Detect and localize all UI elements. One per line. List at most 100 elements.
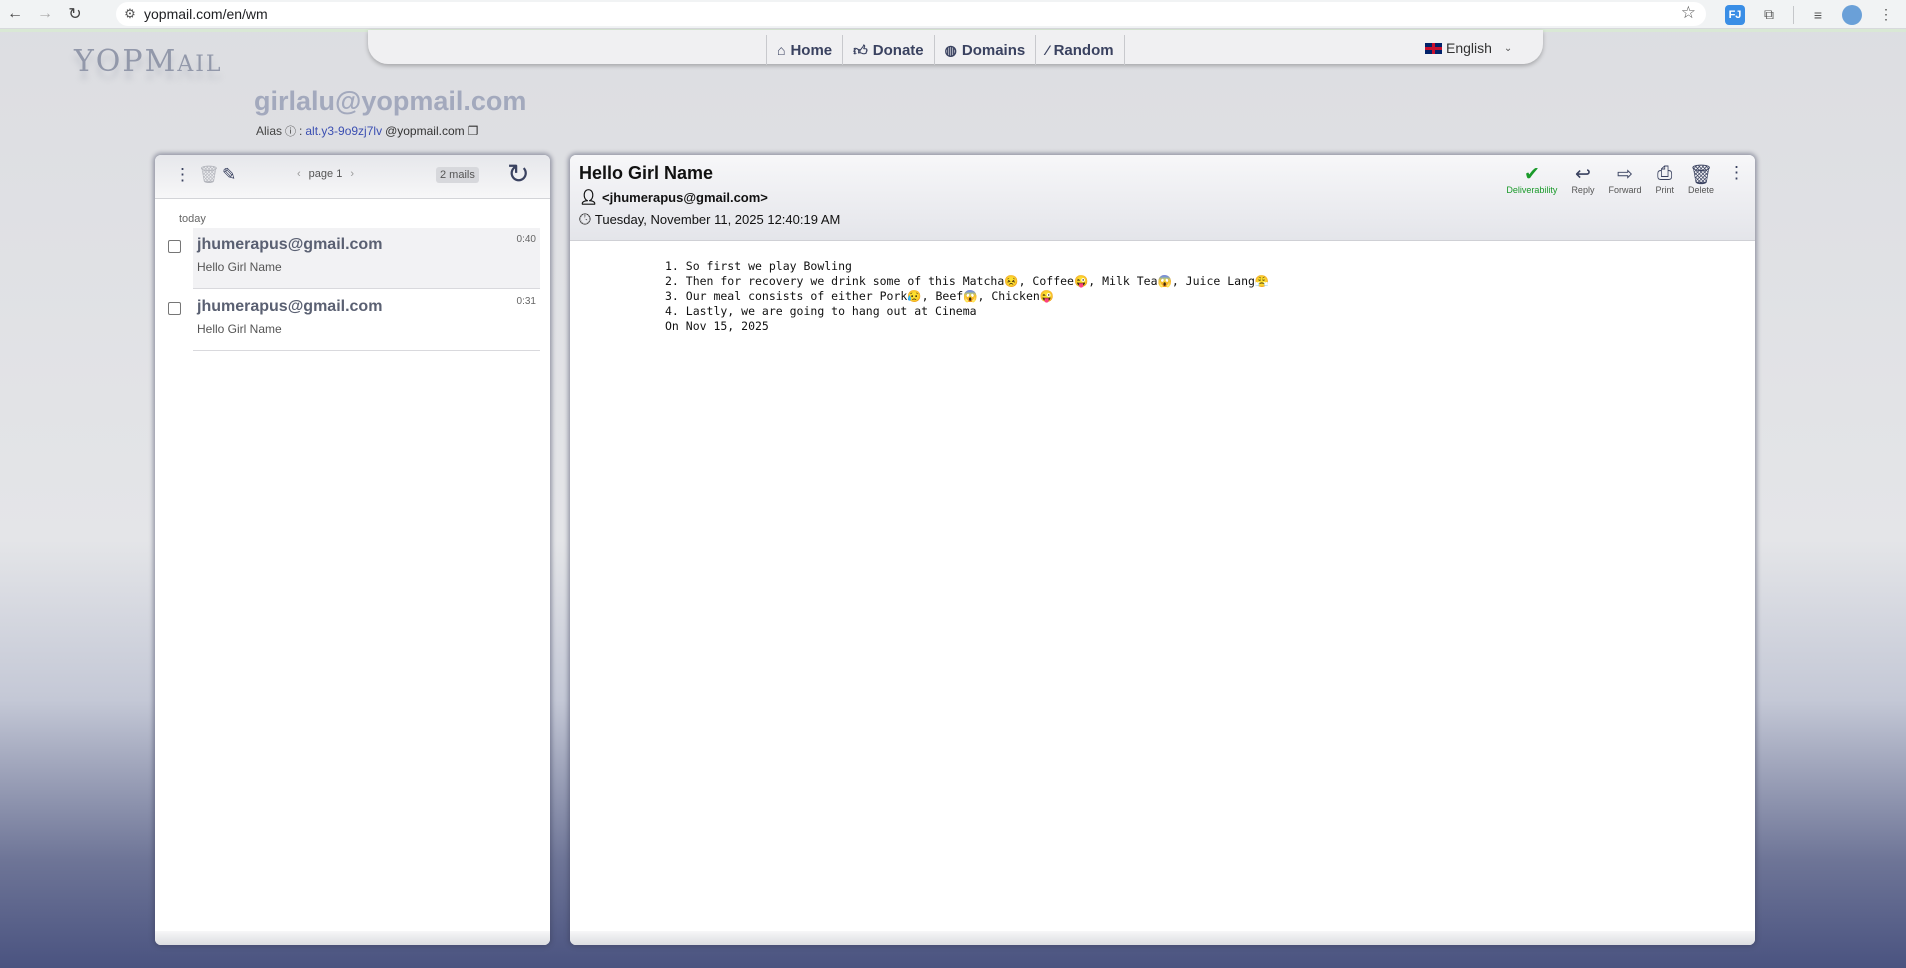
logo-tail: AIL xyxy=(177,52,223,77)
nav-domains-label: Domains xyxy=(961,41,1026,59)
language-label: English xyxy=(1446,40,1492,56)
nav-donate[interactable]: 👍︎ Donate xyxy=(842,35,933,65)
row-divider xyxy=(193,288,540,289)
body-line: 3. Our meal consists of either Pork😥, Be… xyxy=(665,289,1055,303)
trash-icon: 🗑︎ xyxy=(1688,165,1714,186)
copy-icon[interactable]: ❐ xyxy=(468,124,479,138)
compose-pencil-icon[interactable]: ✎ xyxy=(222,165,236,185)
delete-label: Delete xyxy=(1687,185,1714,195)
chevron-down-icon: ⌄ xyxy=(1503,42,1513,54)
clock-icon: 🕓︎ xyxy=(579,211,591,228)
alias-row: Alias ⓘ : alt.y3-9o9zj7lv @yopmail.com ❐ xyxy=(256,123,478,139)
bookmark-star-icon[interactable]: ☆ xyxy=(1681,3,1696,23)
printer-icon: ⎙ xyxy=(1657,163,1673,184)
uk-flag-icon xyxy=(1425,42,1442,54)
mail-count-badge: 2 mails xyxy=(436,167,479,183)
refresh-icon[interactable]: ↻ xyxy=(507,159,530,190)
language-select[interactable]: English ⌄ xyxy=(1425,40,1512,56)
message-header: Hello Girl Name 👤︎ <jhumerapus@gmail.com… xyxy=(570,155,1755,241)
browser-toolbar: ← → ↻ ⚙ yopmail.com/en/wm ☆ FJ ⧉ ≡ ⋮ xyxy=(0,0,1906,29)
message-subject: Hello Girl Name xyxy=(579,163,714,183)
body-line: 4. Lastly, we are going to hang out at C… xyxy=(665,304,977,318)
mail-sender: jhumerapus@gmail.com xyxy=(197,236,383,253)
mail-time: 0:31 xyxy=(516,296,536,307)
magic-wand-icon: ⁄ xyxy=(1046,42,1049,58)
site-settings-icon[interactable]: ⚙ xyxy=(116,6,144,22)
person-icon: 👤︎ xyxy=(579,189,599,206)
nav-donate-label: Donate xyxy=(872,41,924,59)
mail-list-footer xyxy=(155,931,550,945)
message-panel: Hello Girl Name 👤︎ <jhumerapus@gmail.com… xyxy=(570,155,1755,945)
nav-domains[interactable]: ◍ Domains xyxy=(933,35,1036,65)
nav-random[interactable]: ⁄ Random xyxy=(1035,35,1125,65)
shield-check-icon: ✔ xyxy=(1523,164,1540,185)
alias-label: Alias xyxy=(256,124,283,138)
top-nav: ⌂ Home 👍︎ Donate ◍ Domains ⁄ Random xyxy=(766,35,1125,65)
body-line: 1. So first we play Bowling xyxy=(665,259,852,273)
back-icon[interactable]: ← xyxy=(0,0,30,29)
nav-home[interactable]: ⌂ Home xyxy=(766,35,842,65)
reload-icon[interactable]: ↻ xyxy=(60,0,90,29)
list-item[interactable]: jhumerapus@gmail.com Hello Girl Name 0:3… xyxy=(155,290,550,351)
print-label: Print xyxy=(1655,185,1674,195)
more-options-icon[interactable]: ⋮ xyxy=(174,165,191,185)
mail-list-toolbar: ⋮ 🗑︎ ✎ ‹ page 1 › 2 mails ↻ xyxy=(155,155,550,199)
reply-icon: ↩ xyxy=(1574,164,1591,185)
message-sender: <jhumerapus@gmail.com> xyxy=(602,189,768,205)
extension-fj-icon[interactable]: FJ xyxy=(1725,4,1745,25)
list-item[interactable]: jhumerapus@gmail.com Hello Girl Name 0:4… xyxy=(155,228,550,289)
info-icon[interactable]: ⓘ xyxy=(285,123,296,139)
reply-label: Reply xyxy=(1571,185,1595,195)
forward-button[interactable]: ⇨ Forward xyxy=(1608,163,1641,195)
prev-page-icon[interactable]: ‹ xyxy=(297,168,301,180)
alias-separator: : xyxy=(299,124,303,138)
extensions-puzzle-icon[interactable]: ⧉ xyxy=(1759,5,1779,25)
body-line: 2. Then for recovery we drink some of th… xyxy=(665,274,1270,288)
forward-nav-icon[interactable]: → xyxy=(30,0,60,29)
forward-label: Forward xyxy=(1608,185,1642,195)
row-divider xyxy=(193,350,540,351)
deliverability-button[interactable]: ✔ Deliverability xyxy=(1506,163,1557,195)
alias-prefix-link[interactable]: alt.y3-9o9zj7lv xyxy=(305,124,382,138)
thumbs-up-icon: 👍︎ xyxy=(853,41,868,58)
message-date-row: 🕓︎ Tuesday, November 11, 2025 12:40:19 A… xyxy=(579,211,840,228)
forward-icon: ⇨ xyxy=(1617,164,1633,185)
message-sender-row: 👤︎ <jhumerapus@gmail.com> xyxy=(579,188,768,206)
media-control-icon[interactable]: ≡ xyxy=(1808,5,1828,25)
nav-home-label: Home xyxy=(790,41,833,59)
mail-checkbox[interactable] xyxy=(168,240,181,253)
print-button[interactable]: ⎙ Print xyxy=(1655,163,1674,195)
deliverability-label: Deliverability xyxy=(1506,185,1558,195)
logo-main: YOPM xyxy=(74,44,178,79)
message-actions: ✔ Deliverability ↩ Reply ⇨ Forward ⎙ Pri… xyxy=(1492,163,1745,195)
profile-avatar[interactable] xyxy=(1842,4,1862,25)
trash-icon[interactable]: 🗑︎ xyxy=(198,165,220,185)
pager: ‹ page 1 › xyxy=(297,168,354,180)
browser-menu-icon[interactable]: ⋮ xyxy=(1876,5,1896,25)
url-text: yopmail.com/en/wm xyxy=(144,6,268,22)
alias-domain: @yopmail.com xyxy=(385,124,465,138)
mail-list-panel: ⋮ 🗑︎ ✎ ‹ page 1 › 2 mails ↻ today jhumer… xyxy=(155,155,550,945)
nav-random-label: Random xyxy=(1053,41,1114,59)
message-more-button[interactable]: ⋮ xyxy=(1728,163,1745,185)
mail-sender: jhumerapus@gmail.com xyxy=(197,298,383,315)
message-date: Tuesday, November 11, 2025 12:40:19 AM xyxy=(594,212,841,227)
yopmail-logo[interactable]: YOPMAIL xyxy=(74,44,223,79)
reply-button[interactable]: ↩ Reply xyxy=(1571,163,1594,195)
page-label: page 1 xyxy=(308,168,343,180)
more-options-icon: ⋮ xyxy=(1728,163,1745,182)
toolbar-separator xyxy=(1793,5,1794,24)
mail-subject: Hello Girl Name xyxy=(197,322,282,336)
day-group-label: today xyxy=(179,213,206,225)
address-bar[interactable]: ⚙ yopmail.com/en/wm ☆ xyxy=(116,2,1706,26)
next-page-icon[interactable]: › xyxy=(350,168,354,180)
body-line: On Nov 15, 2025 xyxy=(665,319,769,333)
delete-button[interactable]: 🗑︎ Delete xyxy=(1688,163,1714,195)
mail-time: 0:40 xyxy=(516,234,536,245)
message-body: 1. So first we play Bowling 2. Then for r… xyxy=(665,259,1269,334)
mail-subject: Hello Girl Name xyxy=(197,260,282,274)
mail-checkbox[interactable] xyxy=(168,302,181,315)
message-footer xyxy=(570,931,1755,945)
extensions-area: FJ ⧉ ≡ ⋮ xyxy=(1725,0,1906,29)
home-icon: ⌂ xyxy=(777,42,786,58)
